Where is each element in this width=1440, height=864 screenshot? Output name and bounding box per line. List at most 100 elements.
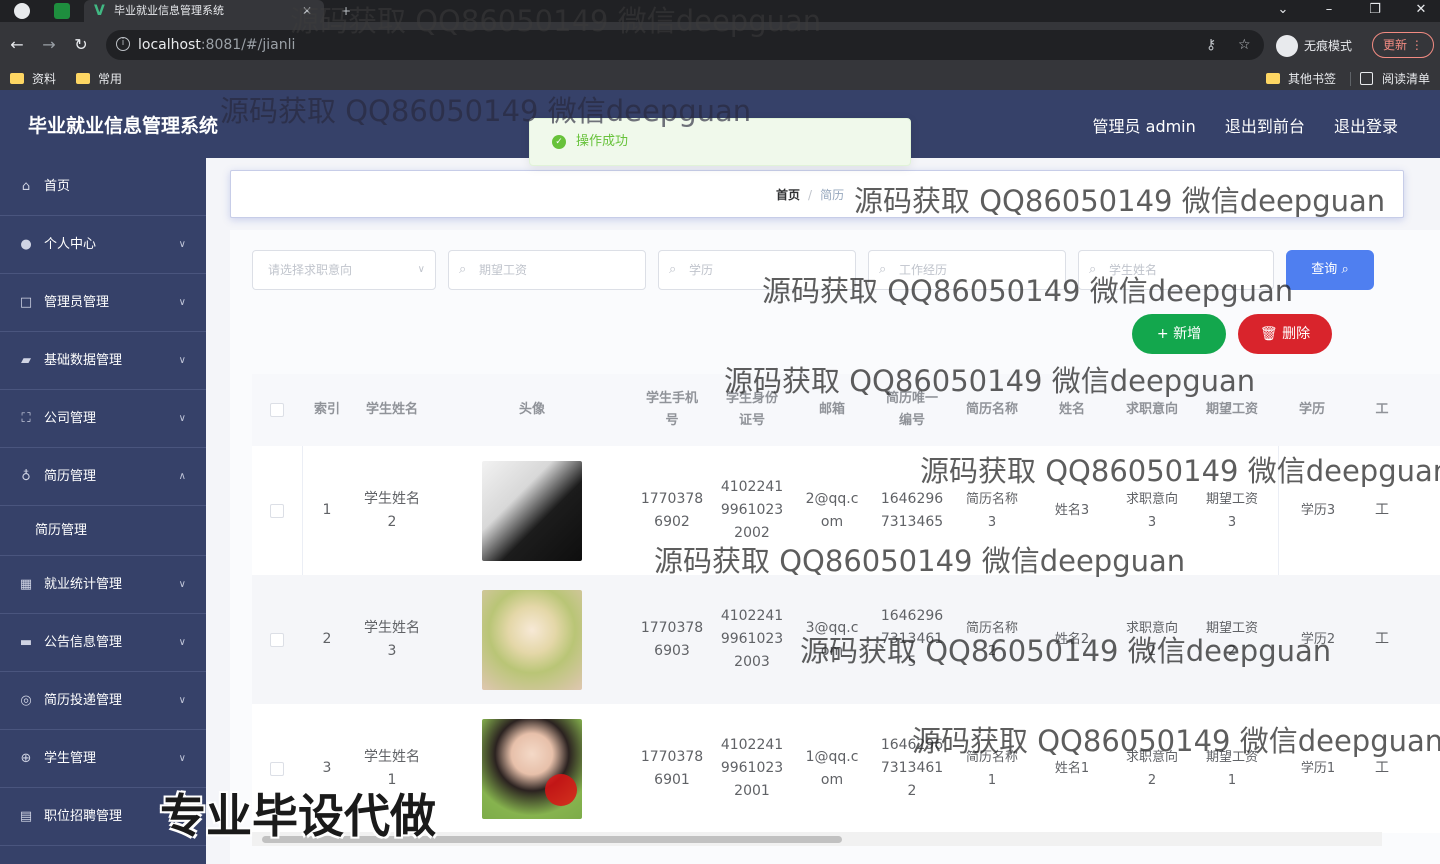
bookmark-star-icon[interactable]: ☆ bbox=[1238, 30, 1251, 60]
tab-search-icon[interactable]: ⌄ bbox=[1268, 0, 1298, 22]
window-close-icon[interactable]: ✕ bbox=[1406, 0, 1436, 22]
sidebar-item-resume-delivery[interactable]: ◎ 简历投递管理 ∨ bbox=[0, 672, 206, 730]
cell-more: 工 bbox=[1375, 502, 1389, 518]
col-avatar[interactable]: 头像 bbox=[432, 374, 632, 446]
check-circle-icon: ✓ bbox=[552, 135, 566, 149]
breadcrumb-bar: 首页 / 简历 bbox=[230, 170, 1404, 218]
sidebar-item-profile[interactable]: ● 个人中心 ∨ bbox=[0, 216, 206, 274]
sidebar-item-admin[interactable]: □ 管理员管理 ∨ bbox=[0, 274, 206, 332]
education-input[interactable]: ⌕ 学历 bbox=[658, 250, 856, 290]
sidebar-item-home[interactable]: ⌂ 首页 bbox=[0, 158, 206, 216]
breadcrumb-home[interactable]: 首页 bbox=[776, 188, 800, 202]
target-icon: ◎ bbox=[20, 693, 32, 708]
chevron-down-icon: ∨ bbox=[417, 264, 425, 275]
col-more[interactable]: 工 bbox=[1352, 374, 1412, 446]
back-to-frontend-link[interactable]: 退出到前台 bbox=[1225, 117, 1305, 136]
search-icon: ⌕ bbox=[669, 262, 677, 277]
maximize-icon[interactable]: ❐ bbox=[1360, 0, 1390, 22]
col-student-name[interactable]: 学生姓名 bbox=[352, 374, 432, 446]
row-select-cell bbox=[252, 446, 302, 575]
col-education[interactable]: 学历 bbox=[1272, 374, 1352, 446]
col-name[interactable]: 姓名 bbox=[1032, 374, 1112, 446]
stats-icon: ▦ bbox=[19, 577, 33, 592]
col-intent[interactable]: 求职意向 bbox=[1112, 374, 1192, 446]
sidebar: ⌂ 首页 ● 个人中心 ∨ □ 管理员管理 ∨ ▰ 基础数据管理 ∨ ⛶ 公司管… bbox=[0, 158, 206, 864]
search-icon: ⌕ bbox=[1089, 262, 1097, 277]
cell-phone: 1770378 6901 bbox=[640, 748, 704, 788]
cell-avatar bbox=[432, 575, 632, 704]
table-row[interactable]: 1 学生姓名 2 1770378 6902 4102241 9961023 20… bbox=[252, 446, 1440, 575]
cell-id-card: 4102241 9961023 2003 bbox=[720, 608, 784, 670]
col-resume-no[interactable]: 简历唯一 编号 bbox=[872, 374, 952, 446]
app-tab-icon[interactable] bbox=[54, 3, 70, 19]
chevron-down-icon: ∨ bbox=[178, 579, 186, 590]
sidebar-subitem-resume[interactable]: 简历管理 bbox=[0, 506, 206, 556]
bookmark-folder[interactable]: 资料 bbox=[10, 71, 56, 87]
promo-overlay-text: 专业毕设代做 bbox=[160, 789, 436, 843]
other-bookmarks[interactable]: 其他书签 bbox=[1266, 71, 1336, 87]
tab-title: 毕业就业信息管理系统 bbox=[114, 4, 224, 17]
chevron-down-icon: ∨ bbox=[178, 239, 186, 250]
cell-intent: 求职意向 2 bbox=[1125, 749, 1178, 788]
sidebar-item-resume[interactable]: ♁ 简历管理 ∧ bbox=[0, 448, 206, 506]
add-button[interactable]: + 新增 bbox=[1132, 314, 1226, 354]
logout-link[interactable]: 退出登录 bbox=[1334, 117, 1398, 136]
bookmarks-bar: 资料 常用 其他书签 阅读清单 bbox=[0, 68, 1440, 90]
breadcrumb-current: 简历 bbox=[820, 188, 845, 202]
cell-avatar bbox=[432, 446, 632, 575]
sidebar-item-basic-data[interactable]: ▰ 基础数据管理 ∨ bbox=[0, 332, 206, 390]
site-info-icon[interactable]: i bbox=[116, 37, 130, 51]
cell-email: 3@qq.c om bbox=[805, 619, 859, 659]
reading-list[interactable]: 阅读清单 bbox=[1360, 71, 1430, 87]
sidebar-item-employment-stats[interactable]: ▦ 就业统计管理 ∨ bbox=[0, 556, 206, 614]
tab-close-icon[interactable]: ✕ bbox=[302, 0, 312, 22]
experience-input[interactable]: ⌕ 工作经历 bbox=[868, 250, 1066, 290]
folder-icon bbox=[76, 73, 90, 84]
bookmark-folder[interactable]: 常用 bbox=[76, 71, 122, 87]
sidebar-item-company[interactable]: ⛶ 公司管理 ∨ bbox=[0, 390, 206, 448]
github-icon[interactable] bbox=[14, 3, 30, 19]
col-phone[interactable]: 学生手机 号 bbox=[632, 374, 712, 446]
row-checkbox[interactable] bbox=[270, 632, 284, 647]
update-label: 更新 bbox=[1383, 38, 1408, 52]
browser-tab-active[interactable]: V 毕业就业信息管理系统 ✕ bbox=[84, 0, 324, 22]
cell-intent: 求职意向 3 bbox=[1125, 491, 1178, 530]
update-button[interactable]: 更新 ⋮ bbox=[1372, 32, 1434, 58]
key-icon[interactable]: ⚷ bbox=[1206, 30, 1216, 60]
avatar[interactable] bbox=[482, 460, 582, 561]
back-icon[interactable]: ← bbox=[6, 34, 28, 56]
browser-toolbar: ← → ↻ i localhost:8081/#/jianli ⚷ ☆ 无痕模式… bbox=[0, 22, 1440, 68]
sidebar-item-notice[interactable]: ▬ 公告信息管理 ∨ bbox=[0, 614, 206, 672]
col-salary[interactable]: 期望工资 bbox=[1192, 374, 1272, 446]
globe-icon: ⊕ bbox=[20, 751, 32, 766]
row-select-cell bbox=[252, 575, 302, 704]
cell-salary: 期望工资 3 bbox=[1205, 491, 1258, 530]
chevron-up-icon: ∧ bbox=[178, 471, 186, 482]
delete-button[interactable]: 🗑 删除 bbox=[1238, 314, 1332, 354]
col-email[interactable]: 邮箱 bbox=[792, 374, 872, 446]
admin-user-link[interactable]: 管理员 admin bbox=[1093, 117, 1196, 136]
trash-icon: 🗑 bbox=[1259, 326, 1278, 342]
student-name-input[interactable]: ⌕ 学生姓名 bbox=[1078, 250, 1274, 290]
url-host: localhost bbox=[138, 37, 201, 53]
reload-icon[interactable]: ↻ bbox=[70, 34, 92, 56]
minimize-icon[interactable]: – bbox=[1314, 0, 1344, 22]
col-id-card[interactable]: 学生身份 证号 bbox=[712, 374, 792, 446]
forward-icon[interactable]: → bbox=[38, 34, 60, 56]
row-checkbox[interactable] bbox=[270, 761, 284, 776]
col-index[interactable]: 索引 bbox=[302, 374, 352, 446]
cell-avatar bbox=[432, 704, 632, 833]
avatar[interactable] bbox=[482, 589, 582, 690]
table-row[interactable]: 2 学生姓名 3 1770378 6903 4102241 9961023 20… bbox=[252, 575, 1440, 704]
new-tab-button[interactable]: + bbox=[336, 0, 356, 22]
col-resume-name[interactable]: 简历名称 bbox=[952, 374, 1032, 446]
url-bar[interactable]: i localhost:8081/#/jianli ⚷ ☆ bbox=[106, 30, 1264, 60]
intent-select[interactable]: 请选择求职意向 ∨ bbox=[252, 250, 436, 290]
sidebar-item-student[interactable]: ⊕ 学生管理 ∨ bbox=[0, 730, 206, 788]
app-title: 毕业就业信息管理系统 bbox=[28, 115, 219, 137]
select-all-checkbox[interactable] bbox=[270, 403, 284, 417]
incognito-indicator[interactable]: 无痕模式 bbox=[1276, 34, 1352, 58]
row-checkbox[interactable] bbox=[270, 503, 284, 518]
salary-input[interactable]: ⌕ 期望工资 bbox=[448, 250, 646, 290]
query-button[interactable]: 查询 ⌕ bbox=[1286, 250, 1374, 290]
